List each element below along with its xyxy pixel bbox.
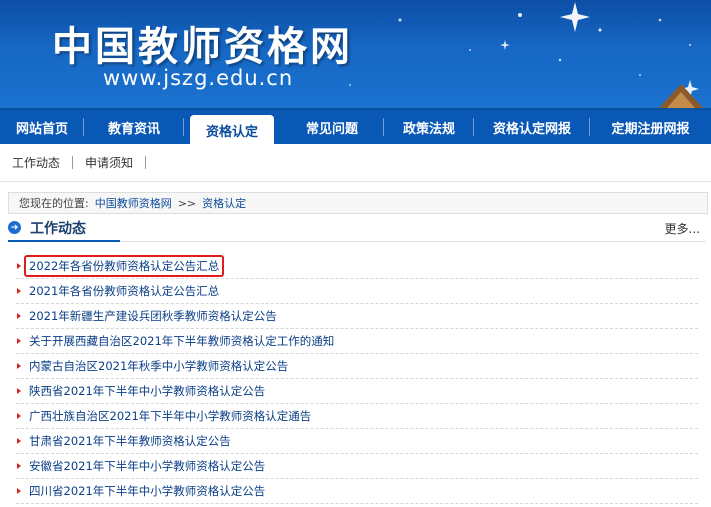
list-item: 2022年各省份教师资格认定公告汇总 — [16, 254, 698, 279]
bullet-arrow-icon — [17, 488, 21, 494]
bullet-arrow-icon — [17, 363, 21, 369]
sub-nav: 工作动态 申请须知 — [0, 144, 711, 182]
news-link[interactable]: 内蒙古自治区2021年秋季中小学教师资格认定公告 — [29, 358, 288, 374]
news-link[interactable]: 2021年各省份教师资格认定公告汇总 — [29, 283, 219, 299]
sub-nav-divider — [72, 156, 74, 169]
list-item: 关于开展西藏自治区2021年下半年教师资格认定工作的通知 — [16, 329, 698, 354]
nav-home[interactable]: 网站首页 — [0, 109, 84, 145]
nav-faq[interactable]: 常见问题 — [280, 109, 384, 145]
bullet-arrow-icon — [17, 413, 21, 419]
list-item: 广西壮族自治区2021年下半年中小学教师资格认定通告 — [16, 404, 698, 429]
news-link[interactable]: 2022年各省份教师资格认定公告汇总 — [24, 255, 225, 277]
breadcrumb: 您现在的位置: 中国教师资格网 >> 资格认定 — [8, 192, 708, 214]
section-underline — [8, 240, 120, 242]
bullet-arrow-icon — [17, 438, 21, 444]
news-link[interactable]: 甘肃省2021年下半年教师资格认定公告 — [29, 433, 231, 449]
list-item: 四川省2021年下半年中小学教师资格认定公告 — [16, 479, 698, 504]
news-link[interactable]: 广西壮族自治区2021年下半年中小学教师资格认定通告 — [29, 408, 311, 424]
nav-registration-apply[interactable]: 定期注册网报 — [590, 109, 711, 145]
list-item: 陕西省2021年下半年中小学教师资格认定公告 — [16, 379, 698, 404]
nav-education-news[interactable]: 教育资讯 — [84, 109, 184, 145]
arrow-circle-icon: ➜ — [8, 221, 21, 234]
nav-policy[interactable]: 政策法规 — [384, 109, 474, 145]
bullet-arrow-icon — [17, 388, 21, 394]
site-banner: 中国教师资格网 www.jszg.edu.cn — [0, 0, 711, 108]
more-link[interactable]: 更多... — [665, 220, 700, 237]
building-roof-decoration — [659, 84, 703, 108]
bullet-arrow-icon — [17, 463, 21, 469]
bullet-arrow-icon — [17, 263, 21, 269]
sub-nav-work-news[interactable]: 工作动态 — [12, 154, 60, 171]
list-item: 安徽省2021年下半年中小学教师资格认定公告 — [16, 454, 698, 479]
breadcrumb-home-link[interactable]: 中国教师资格网 — [95, 195, 172, 211]
list-item: 内蒙古自治区2021年秋季中小学教师资格认定公告 — [16, 354, 698, 379]
site-title: 中国教师资格网 — [52, 23, 353, 70]
breadcrumb-separator: >> — [177, 196, 197, 210]
nav-qualification[interactable]: 资格认定 — [190, 115, 274, 145]
news-link[interactable]: 安徽省2021年下半年中小学教师资格认定公告 — [29, 458, 265, 474]
main-nav: 网站首页 教育资讯 资格认定 常见问题 政策法规 资格认定网报 定期注册网报 — [0, 108, 711, 145]
bullet-arrow-icon — [17, 313, 21, 319]
breadcrumb-current[interactable]: 资格认定 — [202, 195, 246, 211]
list-item: 甘肃省2021年下半年教师资格认定公告 — [16, 429, 698, 454]
bullet-arrow-icon — [17, 288, 21, 294]
news-link[interactable]: 四川省2021年下半年中小学教师资格认定公告 — [29, 483, 265, 499]
section-title: 工作动态 — [30, 221, 86, 237]
news-list: 2022年各省份教师资格认定公告汇总 2021年各省份教师资格认定公告汇总 20… — [16, 254, 698, 504]
site-url: www.jszg.edu.cn — [103, 66, 294, 90]
sub-nav-application-notes[interactable]: 申请须知 — [85, 154, 133, 171]
list-item: 2021年各省份教师资格认定公告汇总 — [16, 279, 698, 304]
nav-qualification-apply[interactable]: 资格认定网报 — [474, 109, 590, 145]
news-link[interactable]: 陕西省2021年下半年中小学教师资格认定公告 — [29, 383, 265, 399]
list-item: 2021年新疆生产建设兵团秋季教师资格认定公告 — [16, 304, 698, 329]
breadcrumb-prefix: 您现在的位置: — [19, 197, 89, 210]
news-link[interactable]: 2021年新疆生产建设兵团秋季教师资格认定公告 — [29, 308, 277, 324]
news-link[interactable]: 关于开展西藏自治区2021年下半年教师资格认定工作的通知 — [29, 333, 334, 349]
bullet-arrow-icon — [17, 338, 21, 344]
section-header: ➜ 工作动态 更多... — [8, 216, 706, 242]
sub-nav-divider — [145, 156, 147, 169]
